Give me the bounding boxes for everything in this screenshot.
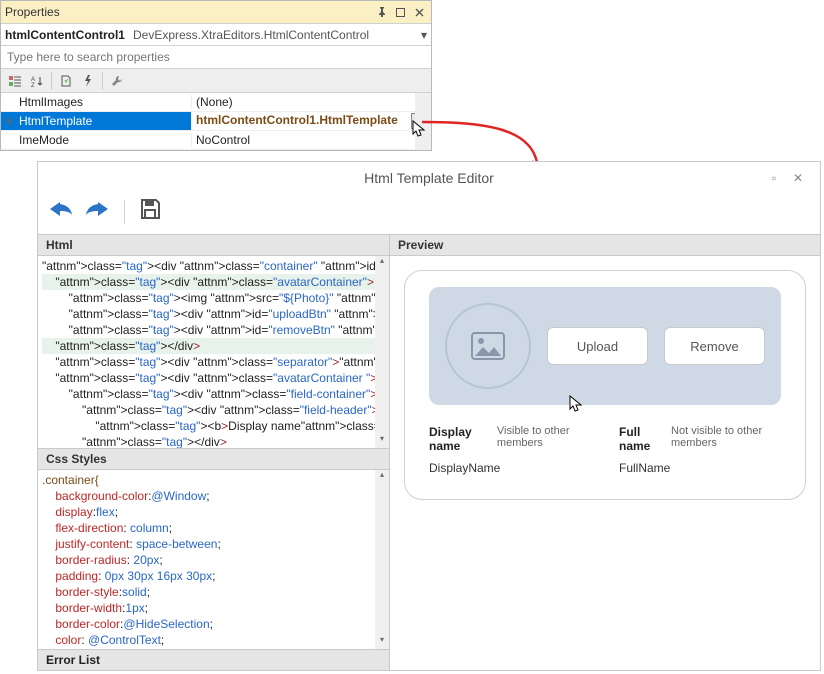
search-input[interactable] <box>1 46 431 68</box>
wrench-icon[interactable] <box>107 71 127 91</box>
field-value: DisplayName <box>429 461 591 475</box>
field-display-name: Display name Visible to other members Di… <box>429 425 591 475</box>
object-selector[interactable]: htmlContentControl1 DevExpress.XtraEdito… <box>1 23 431 45</box>
editor-titlebar: Html Template Editor ▫ ✕ <box>38 162 820 194</box>
field-hint: Visible to other members <box>497 425 591 453</box>
html-code-editor[interactable]: "attnm">class="tag"><div "attnm">class="… <box>38 256 389 448</box>
svg-text:Z: Z <box>31 83 35 87</box>
field-value: FullName <box>619 461 781 475</box>
property-row[interactable]: HtmlImages (None) <box>1 93 431 112</box>
properties-titlebar: Properties <box>1 1 431 23</box>
field-full-name: Full name Not visible to other members F… <box>619 425 781 475</box>
object-type: DevExpress.XtraEditors.HtmlContentContro… <box>133 28 369 42</box>
image-icon <box>471 332 505 360</box>
field-label: Display name <box>429 425 489 453</box>
close-icon[interactable] <box>412 5 427 20</box>
property-name: ImeMode <box>17 133 191 147</box>
properties-panel: Properties htmlContentControl1 DevExpres… <box>0 0 432 151</box>
scrollbar[interactable]: ▴▾ <box>375 470 389 649</box>
close-icon[interactable]: ✕ <box>786 171 810 185</box>
html-pane-header[interactable]: Html <box>38 235 389 256</box>
scrollbar[interactable]: ▴▾ <box>375 256 389 448</box>
error-list-header[interactable]: Error List <box>38 649 389 670</box>
property-value[interactable]: htmlContentControl1.HtmlTemplate… <box>191 113 431 129</box>
favorites-icon[interactable] <box>56 71 76 91</box>
field-label: Full name <box>619 425 663 453</box>
alphabetical-icon[interactable]: AZ <box>27 71 47 91</box>
redo-icon[interactable] <box>84 198 110 226</box>
editor-title: Html Template Editor <box>364 170 494 186</box>
undo-icon[interactable] <box>48 198 74 226</box>
maximize-icon[interactable] <box>393 5 408 20</box>
object-name: htmlContentControl1 <box>5 28 125 42</box>
properties-toolbar: AZ <box>1 68 431 92</box>
events-icon[interactable] <box>78 71 98 91</box>
cursor-icon <box>569 395 585 415</box>
search-row <box>1 45 431 68</box>
avatar-placeholder <box>445 303 531 389</box>
properties-title: Properties <box>5 5 60 19</box>
property-grid: HtmlImages (None) ⊞HtmlTemplate htmlCont… <box>1 92 431 150</box>
avatar-upload-area: Upload Remove <box>429 287 781 405</box>
property-row[interactable]: ⊞HtmlTemplate htmlContentControl1.HtmlTe… <box>1 112 431 131</box>
editor-toolbar <box>38 194 820 234</box>
field-hint: Not visible to other members <box>671 425 781 453</box>
property-value[interactable]: (None) <box>191 95 431 109</box>
preview-fields: Display name Visible to other members Di… <box>429 425 781 475</box>
property-value[interactable]: NoControl <box>191 133 431 147</box>
preview-pane-header: Preview <box>390 235 820 256</box>
maximize-icon[interactable]: ▫ <box>762 171 786 185</box>
property-name: HtmlImages <box>17 95 191 109</box>
categorized-icon[interactable] <box>5 71 25 91</box>
upload-button[interactable]: Upload <box>547 327 648 365</box>
remove-button[interactable]: Remove <box>664 327 765 365</box>
save-icon[interactable] <box>139 198 161 226</box>
property-name: HtmlTemplate <box>17 114 191 128</box>
template-editor-window: Html Template Editor ▫ ✕ Html "attnm">cl… <box>37 161 821 671</box>
expand-icon[interactable]: ⊞ <box>1 116 17 127</box>
property-row[interactable]: ImeMode NoControl <box>1 131 431 150</box>
css-code-editor[interactable]: .container{ background-color:@Window; di… <box>38 470 389 649</box>
chevron-down-icon[interactable]: ▾ <box>421 28 427 42</box>
cursor-icon <box>412 120 428 140</box>
preview-card: Upload Remove Display name Visible to ot… <box>404 270 806 500</box>
pin-icon[interactable] <box>374 5 389 20</box>
css-pane-header[interactable]: Css Styles <box>38 448 389 470</box>
